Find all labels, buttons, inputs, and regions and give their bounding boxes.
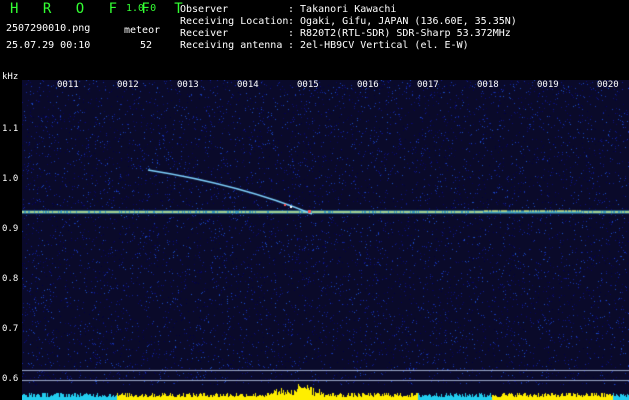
receiver-value: : R820T2(RTL-SDR) SDR-Sharp 53.372MHz <box>288 28 511 39</box>
x-tick-label: 0012 <box>117 80 139 90</box>
detection-count: 52 <box>140 40 153 51</box>
hrofft-window: H R O F F T 1.0.0 2507290010.png 25.07.2… <box>0 0 629 400</box>
y-tick-label: 1.0 <box>2 174 19 184</box>
y-tick-label: 0.8 <box>2 274 19 284</box>
y-tick-label: 1.1 <box>2 124 19 134</box>
file-name: 2507290010.png <box>6 23 91 34</box>
location-value: : Ogaki, Gifu, JAPAN (136.60E, 35.35N) <box>288 16 517 27</box>
antenna-label: Receiving antenna <box>180 40 283 51</box>
capture-datetime: 25.07.29 00:10 <box>6 40 91 51</box>
x-tick-label: 0016 <box>357 80 379 90</box>
x-tick-label: 0011 <box>57 80 79 90</box>
antenna-value: : 2el-HB9CV Vertical (el. E-W) <box>288 40 469 51</box>
x-tick-label: 0018 <box>477 80 499 90</box>
y-tick-label: 0.9 <box>2 224 19 234</box>
detection-label: meteor <box>124 25 161 36</box>
y-tick-label: 0.7 <box>2 324 19 334</box>
y-tick-label: 0.6 <box>2 374 19 384</box>
location-label: Receiving Location <box>180 16 289 27</box>
x-tick-label: 0017 <box>417 80 439 90</box>
observer-label: Observer <box>180 4 229 15</box>
observer-value: : Takanori Kawachi <box>288 4 397 15</box>
x-tick-label: 0019 <box>537 80 559 90</box>
x-tick-label: 0020 <box>597 80 619 90</box>
app-title: H R O F F T <box>10 1 191 17</box>
y-axis-unit: kHz <box>2 72 19 82</box>
app-version: 1.0.0 <box>126 3 157 14</box>
x-tick-label: 0014 <box>237 80 259 90</box>
x-tick-label: 0015 <box>297 80 319 90</box>
x-tick-label: 0013 <box>177 80 199 90</box>
receiver-label: Receiver <box>180 28 229 39</box>
spectrogram-canvas <box>22 80 629 400</box>
